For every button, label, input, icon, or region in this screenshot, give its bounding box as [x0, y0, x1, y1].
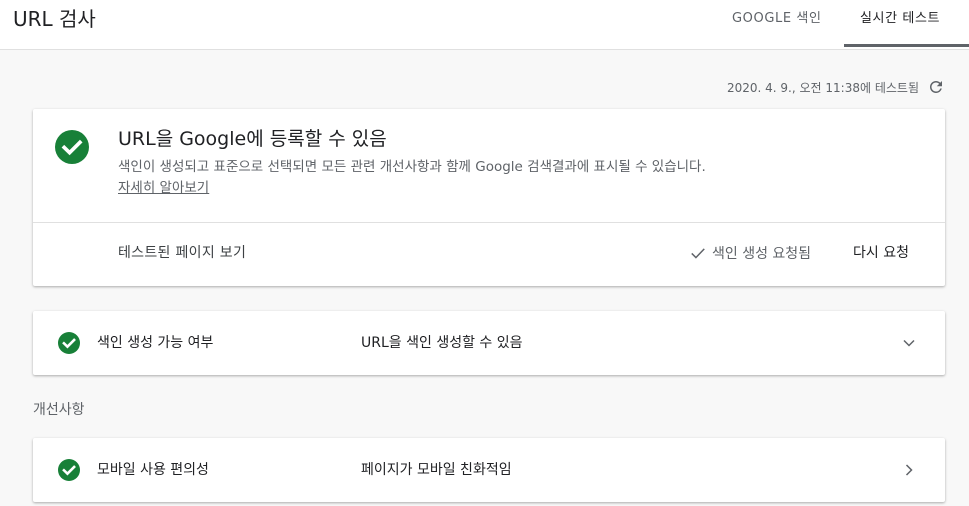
test-timestamp-row: 2020. 4. 9., 오전 11:38에 테스트됨 — [727, 78, 945, 96]
test-timestamp: 2020. 4. 9., 오전 11:38에 테스트됨 — [726, 80, 919, 95]
indexability-label: 색인 생성 가능 여부 — [97, 335, 214, 351]
checkmark-icon — [691, 248, 705, 259]
check-circle-icon — [58, 459, 80, 481]
learn-more-link[interactable]: 자세히 알아보기 — [118, 180, 209, 196]
check-circle-icon — [58, 332, 80, 354]
indexability-status: URL을 색인 생성할 수 있음 — [361, 335, 523, 351]
mobile-usability-label: 모바일 사용 편의성 — [97, 462, 209, 478]
page-title: URL 검사 — [13, 7, 96, 31]
availability-description-text: 색인이 생성되고 표준으로 선택되면 모든 관련 개선사항과 함께 Google… — [118, 159, 706, 175]
indexability-row[interactable]: 색인 생성 가능 여부 URL을 색인 생성할 수 있음 — [33, 311, 945, 375]
view-tested-page-button[interactable]: 테스트된 페이지 보기 — [118, 241, 246, 265]
tab-google-index[interactable]: GOOGLE 색인 — [732, 0, 822, 49]
mobile-usability-row[interactable]: 모바일 사용 편의성 페이지가 모바일 친화적임 — [33, 438, 945, 502]
availability-card: URL을 Google에 등록할 수 있음 색인이 생성되고 표준으로 선택되면… — [33, 109, 945, 286]
mobile-usability-status: 페이지가 모바일 친화적임 — [361, 462, 512, 478]
indexing-requested-status: 색인 생성 요청됨 — [688, 241, 811, 265]
indexing-requested-label: 색인 생성 요청됨 — [712, 246, 812, 262]
chevron-right-icon[interactable] — [899, 460, 919, 480]
tab-live-test[interactable]: 실시간 테스트 — [860, 0, 940, 49]
refresh-icon[interactable] — [927, 78, 945, 96]
request-again-button[interactable]: 다시 요청 — [853, 241, 909, 265]
top-app-bar: URL 검사 GOOGLE 색인 실시간 테스트 — [0, 0, 969, 50]
check-circle-icon — [55, 130, 89, 164]
availability-description: 색인이 생성되고 표준으로 선택되면 모든 관련 개선사항과 함께 Google… — [118, 157, 718, 199]
availability-title: URL을 Google에 등록할 수 있음 — [118, 128, 387, 150]
enhancements-section-title: 개선사항 — [33, 402, 85, 418]
active-tab-indicator — [844, 44, 969, 47]
card-divider — [33, 222, 945, 223]
chevron-down-icon[interactable] — [899, 333, 919, 353]
